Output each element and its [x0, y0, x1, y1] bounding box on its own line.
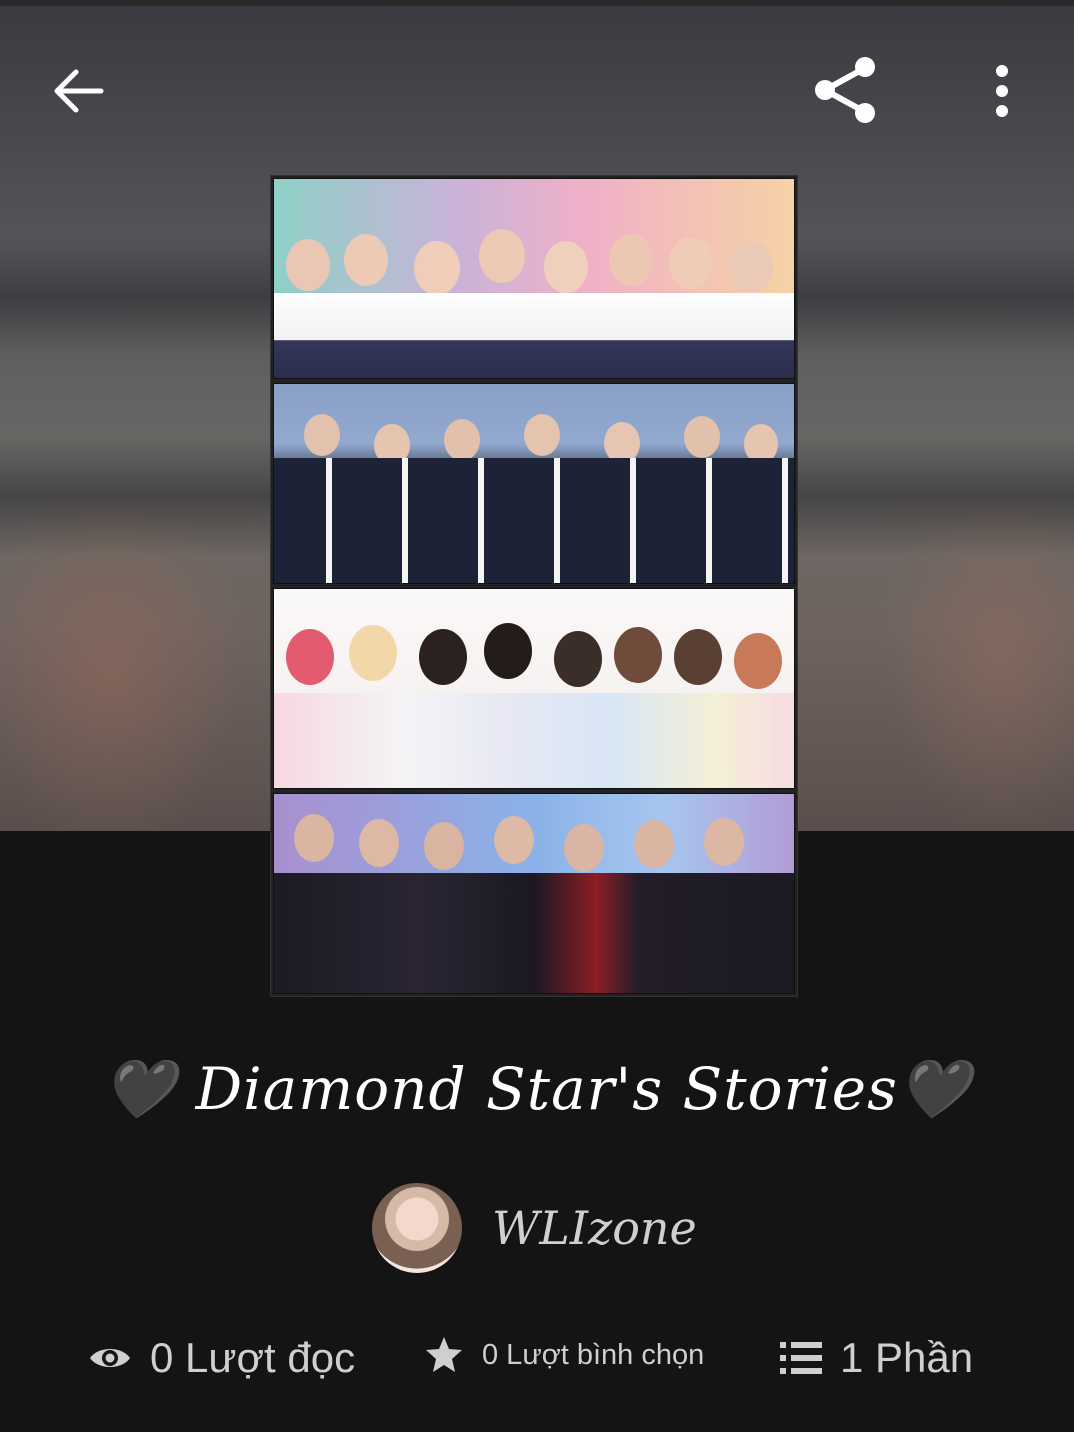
cover-panel-1	[273, 178, 795, 379]
author-avatar[interactable]	[372, 1183, 462, 1273]
cover-panel-3	[273, 588, 795, 789]
arrow-left-icon	[54, 69, 104, 113]
share-icon	[815, 57, 875, 123]
votes-stat: 0 Lượt bình chọn	[424, 1330, 704, 1380]
story-title: 🖤 Diamond Star's Stories🖤	[102, 1055, 972, 1123]
author-link[interactable]: WLIzone	[372, 1183, 697, 1273]
share-button[interactable]	[800, 50, 890, 130]
back-button[interactable]	[40, 58, 116, 124]
more-vertical-icon	[996, 65, 1008, 117]
author-name[interactable]: WLIzone	[492, 1201, 697, 1255]
reads-count: 0 Lượt đọc	[150, 1334, 356, 1381]
more-options-button[interactable]	[972, 56, 1032, 126]
story-cover-image[interactable]	[270, 175, 798, 997]
votes-count: 0 Lượt bình chọn	[482, 1338, 705, 1371]
star-icon	[426, 1337, 462, 1372]
eye-icon	[90, 1349, 130, 1367]
cover-panel-2	[273, 383, 795, 584]
list-icon	[780, 1342, 822, 1374]
cover-panel-4	[273, 793, 795, 994]
reads-stat: 0 Lượt đọc	[88, 1330, 355, 1386]
parts-count[interactable]: 1 Phần	[840, 1334, 973, 1382]
parts-stat[interactable]: 1 Phần	[780, 1330, 973, 1386]
